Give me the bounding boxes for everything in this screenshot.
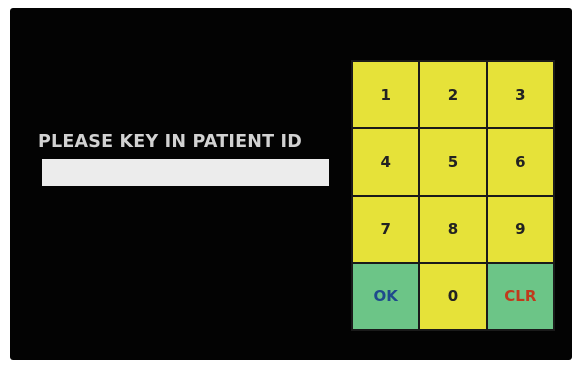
key-2[interactable]: 2 — [420, 62, 486, 128]
clear-button[interactable]: CLR — [487, 263, 553, 329]
patient-id-input[interactable] — [42, 159, 329, 186]
key-1[interactable]: 1 — [353, 62, 419, 128]
key-8[interactable]: 8 — [420, 196, 486, 262]
key-6[interactable]: 6 — [487, 129, 553, 195]
key-4[interactable]: 4 — [353, 129, 419, 195]
ok-button[interactable]: OK — [353, 263, 419, 329]
key-5[interactable]: 5 — [420, 129, 486, 195]
key-7[interactable]: 7 — [353, 196, 419, 262]
key-0[interactable]: 0 — [420, 263, 486, 329]
key-9[interactable]: 9 — [487, 196, 553, 262]
patient-id-prompt: PLEASE KEY IN PATIENT ID — [38, 132, 302, 152]
numeric-keypad: 1 2 3 4 5 6 7 8 9 OK 0 CLR — [351, 60, 555, 331]
key-3[interactable]: 3 — [487, 62, 553, 128]
terminal-screen: PLEASE KEY IN PATIENT ID 1 2 3 4 5 6 7 8… — [10, 8, 572, 360]
